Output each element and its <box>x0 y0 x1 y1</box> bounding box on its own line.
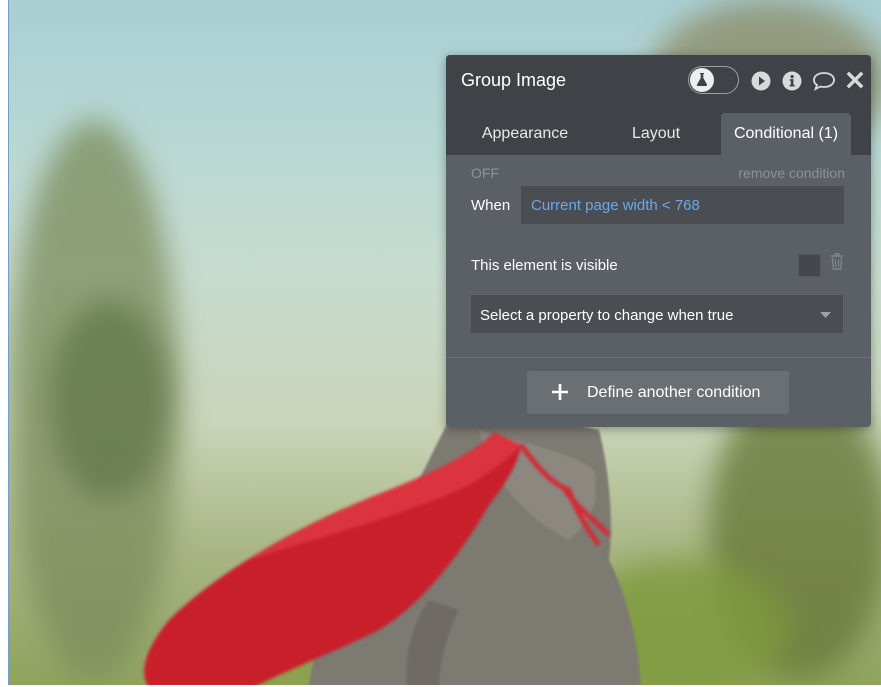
panel-header[interactable]: Group Image <box>446 55 871 105</box>
tab-appearance[interactable]: Appearance <box>464 113 586 155</box>
panel-title: Group Image <box>461 70 567 90</box>
property-editor-panel: Group Image Appearance Layout Conditiona… <box>446 55 871 427</box>
property-select-dropdown[interactable]: Select a property to change when true <box>471 295 843 333</box>
tab-layout[interactable]: Layout <box>606 113 706 155</box>
property-select-placeholder: Select a property to change when true <box>480 307 734 324</box>
condition-state-label: OFF <box>471 165 499 181</box>
comment-icon[interactable] <box>812 71 836 91</box>
close-icon[interactable] <box>846 71 864 89</box>
tab-bar: Appearance Layout Conditional (1) <box>446 105 871 155</box>
flask-icon <box>696 73 708 86</box>
play-icon[interactable] <box>751 71 771 91</box>
remove-condition-link[interactable]: remove condition <box>738 165 845 181</box>
test-mode-toggle[interactable] <box>688 66 739 94</box>
toggle-knob <box>690 68 714 92</box>
condition-expression-field[interactable]: Current page width < 768 <box>521 186 844 224</box>
visible-checkbox[interactable] <box>798 254 821 277</box>
when-label: When <box>471 197 511 214</box>
tab-conditional[interactable]: Conditional (1) <box>721 113 851 155</box>
define-another-condition-label: Define another condition <box>587 384 761 401</box>
property-label-visible: This element is visible <box>471 257 618 274</box>
chevron-down-icon <box>820 312 831 318</box>
plus-icon <box>552 384 568 400</box>
trash-icon[interactable] <box>830 253 844 270</box>
divider <box>446 357 871 358</box>
define-another-condition-button[interactable]: Define another condition <box>527 371 789 414</box>
info-icon[interactable] <box>782 71 802 91</box>
